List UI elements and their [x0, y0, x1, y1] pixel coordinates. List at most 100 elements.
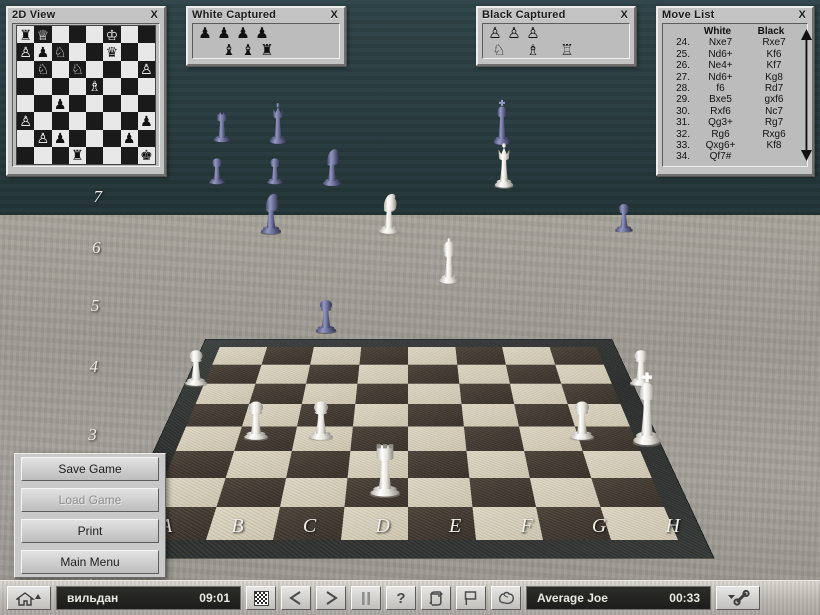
move-white[interactable]: Qf7# [693, 151, 748, 162]
mini-board-square[interactable] [103, 129, 121, 147]
move-white[interactable]: f6 [693, 83, 748, 94]
board-square[interactable] [518, 426, 583, 451]
move-black[interactable]: Kf6 [748, 49, 800, 60]
board-square[interactable] [241, 404, 302, 427]
move-black[interactable]: gxf6 [748, 94, 800, 105]
mini-board-square[interactable]: ♜ [68, 146, 86, 164]
move-black[interactable]: Kf7 [748, 60, 800, 71]
pause-button[interactable] [351, 586, 381, 610]
mini-board-square[interactable] [68, 77, 86, 95]
move-list-row[interactable]: 30. Rxf6 Nc7 [666, 106, 800, 117]
board-square[interactable] [248, 383, 307, 405]
mini-board-square[interactable] [51, 77, 69, 95]
close-icon[interactable]: X [796, 8, 808, 23]
move-list-row[interactable]: 27. Nd6+ Kg8 [666, 72, 800, 83]
board-square[interactable] [215, 477, 287, 508]
mini-board-square[interactable] [137, 77, 155, 95]
board-square[interactable] [466, 450, 530, 478]
mini-board-square[interactable] [17, 95, 35, 113]
board-square[interactable] [164, 450, 234, 478]
mini-board-square[interactable] [120, 112, 138, 130]
close-icon[interactable]: X [328, 8, 340, 23]
window-black-captured-titlebar[interactable]: Black Captured X [478, 8, 634, 23]
mini-board-square[interactable] [51, 112, 69, 130]
mini-board-square[interactable] [103, 77, 121, 95]
board-square[interactable] [408, 477, 473, 508]
save-game-button[interactable]: Save Game [21, 457, 159, 481]
close-icon[interactable]: X [148, 8, 160, 23]
board-square[interactable] [514, 404, 575, 427]
mini-board-square[interactable] [137, 43, 155, 61]
mini-board-square[interactable]: ♟ [120, 129, 138, 147]
board-square[interactable] [456, 364, 510, 384]
board-square[interactable] [408, 364, 459, 384]
move-list-row[interactable]: 25. Nd6+ Kf6 [666, 49, 800, 60]
mini-board-square[interactable]: ♙ [17, 43, 35, 61]
move-black[interactable]: Kf8 [748, 140, 800, 151]
board-square[interactable] [212, 347, 267, 365]
board-square[interactable] [505, 364, 561, 384]
mini-board-square[interactable]: ♗ [86, 77, 104, 95]
board-square[interactable] [310, 347, 361, 365]
mini-board-square[interactable] [86, 26, 104, 44]
mini-board-square[interactable] [51, 60, 69, 78]
board-square[interactable] [306, 364, 360, 384]
mini-board-square[interactable]: ♔ [103, 26, 121, 44]
board-square[interactable] [349, 426, 408, 451]
board-square[interactable] [560, 383, 621, 405]
board-square[interactable] [352, 404, 408, 427]
board-square[interactable] [408, 404, 464, 427]
window-2d-view[interactable]: 2D View X ♜ ♕ ♔ ♙ ♟ ♘ ♛ ♘ ♘ ♙ ♗ ♟ ♙ ♟ ♙ ♟ ♟ ♜ ♚ [6, 6, 166, 176]
home-button[interactable] [7, 586, 51, 610]
move-list-row[interactable]: 26. Ne4+ Kf7 [666, 60, 800, 71]
mini-board-square[interactable]: ♘ [51, 43, 69, 61]
mini-board-square[interactable] [34, 95, 52, 113]
board-square[interactable] [408, 426, 467, 451]
mini-board-square[interactable] [86, 129, 104, 147]
mini-board-square[interactable] [120, 146, 138, 164]
move-white[interactable]: Qg3+ [693, 117, 748, 128]
mini-board-square[interactable] [17, 146, 35, 164]
mini-board-square[interactable]: ♙ [17, 112, 35, 130]
mini-board-square[interactable] [137, 95, 155, 113]
mini-board-square[interactable] [137, 26, 155, 44]
mini-board-square[interactable] [86, 60, 104, 78]
mini-board-square[interactable] [51, 146, 69, 164]
mini-board-square[interactable] [68, 43, 86, 61]
previous-move-button[interactable] [281, 586, 311, 610]
hint-button[interactable]: ? [386, 586, 416, 610]
board-square[interactable] [458, 383, 515, 405]
board-square[interactable] [359, 347, 408, 365]
move-white[interactable]: Rxf6 [693, 106, 748, 117]
mini-board-square[interactable] [51, 26, 69, 44]
move-white[interactable]: Rg6 [693, 129, 748, 140]
mini-board-square[interactable]: ♘ [34, 60, 52, 78]
mini-board-square[interactable] [17, 129, 35, 147]
move-white[interactable]: Ne4+ [693, 60, 748, 71]
board-square[interactable] [255, 364, 311, 384]
mini-board-square[interactable] [34, 77, 52, 95]
board-square[interactable] [455, 347, 506, 365]
mini-board-square[interactable] [34, 146, 52, 164]
mini-board-square[interactable]: ♟ [34, 43, 52, 61]
mini-board-square[interactable] [103, 60, 121, 78]
mini-board-square[interactable]: ♚ [137, 146, 155, 164]
board-square[interactable] [529, 477, 601, 508]
board-square[interactable] [186, 404, 249, 427]
window-move-list[interactable]: Move List X White Black 24. Nxe7 Rxe7 25. Nd6+… [656, 6, 814, 176]
mini-board-square[interactable] [103, 95, 121, 113]
mini-board[interactable]: ♜ ♕ ♔ ♙ ♟ ♘ ♛ ♘ ♘ ♙ ♗ ♟ ♙ ♟ ♙ ♟ ♟ ♜ ♚ [16, 25, 156, 165]
move-white[interactable]: Nd6+ [693, 49, 748, 60]
mini-board-square[interactable] [120, 77, 138, 95]
close-icon[interactable]: X [618, 8, 630, 23]
mini-board-square[interactable] [68, 26, 86, 44]
mini-board-square[interactable]: ♟ [137, 112, 155, 130]
board-square[interactable] [301, 383, 358, 405]
move-list-row[interactable]: 28. f6 Rd7 [666, 83, 800, 94]
board-toggle-button[interactable] [246, 586, 276, 610]
mini-board-square[interactable] [120, 95, 138, 113]
board-square[interactable] [343, 477, 408, 508]
board-square[interactable] [408, 347, 457, 365]
board-square[interactable] [347, 450, 408, 478]
mini-board-square[interactable]: ♕ [34, 26, 52, 44]
